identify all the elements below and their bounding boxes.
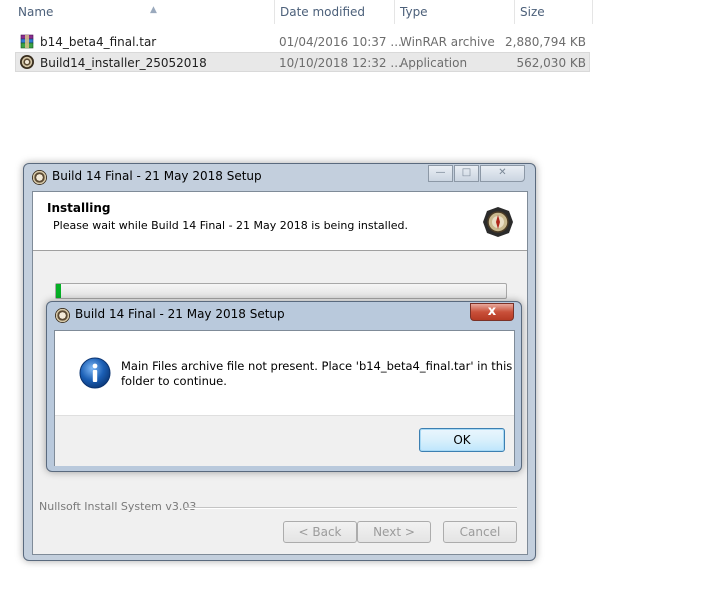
- next-button[interactable]: Next >: [357, 521, 431, 543]
- message-dialog: Build 14 Final - 21 May 2018 Setup x Mai…: [46, 301, 522, 472]
- column-type-label: Type: [400, 5, 428, 19]
- column-name-label: Name: [18, 5, 54, 19]
- ok-button[interactable]: OK: [419, 428, 505, 452]
- dialog-client-area: Main Files archive file not present. Pla…: [54, 330, 515, 466]
- column-header-date[interactable]: Date modified: [274, 0, 394, 24]
- dialog-message-line2: folder to continue.: [121, 374, 227, 388]
- setup-header: Installing Please wait while Build 14 Fi…: [33, 192, 527, 251]
- file-size: 562,030 KB: [516, 56, 586, 70]
- minimize-icon: —: [435, 167, 446, 178]
- setup-app-icon: [32, 170, 47, 185]
- column-header-size[interactable]: Size: [514, 0, 592, 24]
- installer-app-icon: [20, 55, 34, 69]
- install-progress-bar: [55, 283, 507, 299]
- cancel-button[interactable]: Cancel: [443, 521, 517, 543]
- dialog-button-area: OK: [55, 415, 514, 466]
- setup-title-bar[interactable]: Build 14 Final - 21 May 2018 Setup — □ ✕: [24, 164, 535, 190]
- setup-window-title: Build 14 Final - 21 May 2018 Setup: [52, 169, 262, 183]
- information-icon: [79, 357, 111, 389]
- column-size-label: Size: [520, 5, 545, 19]
- file-row-selected[interactable]: Build14_installer_25052018 10/10/2018 12…: [15, 52, 590, 72]
- winrar-archive-icon: [20, 34, 34, 49]
- dialog-message-line1: Main Files archive file not present. Pla…: [121, 359, 513, 373]
- file-date: 01/04/2016 10:37 ...: [279, 35, 402, 49]
- back-button[interactable]: < Back: [283, 521, 357, 543]
- close-button[interactable]: ✕: [480, 165, 525, 182]
- close-icon: ✕: [498, 167, 507, 178]
- maximize-button[interactable]: □: [454, 165, 479, 182]
- close-icon: x: [487, 304, 497, 319]
- minimize-button[interactable]: —: [428, 165, 453, 182]
- column-header-name[interactable]: Name ▲: [12, 0, 274, 24]
- column-divider[interactable]: [592, 0, 593, 24]
- nsis-branding-label: Nullsoft Install System v3.03: [39, 500, 197, 513]
- file-row[interactable]: b14_beta4_final.tar 01/04/2016 10:37 ...…: [15, 32, 590, 52]
- branding-divider: [185, 507, 517, 509]
- file-size: 2,880,794 KB: [505, 35, 586, 49]
- file-name: b14_beta4_final.tar: [40, 35, 157, 49]
- install-progress-fill: [56, 284, 61, 298]
- sort-up-icon: ▲: [150, 5, 157, 15]
- column-date-label: Date modified: [280, 5, 366, 19]
- dialog-title-bar[interactable]: Build 14 Final - 21 May 2018 Setup x: [47, 302, 521, 328]
- column-header-type[interactable]: Type: [394, 0, 514, 24]
- file-date: 10/10/2018 12:32 ...: [279, 56, 402, 70]
- file-name: Build14_installer_25052018: [40, 56, 207, 70]
- dialog-title: Build 14 Final - 21 May 2018 Setup: [75, 307, 285, 321]
- file-type: Application: [400, 56, 468, 70]
- setup-header-title: Installing: [47, 201, 111, 215]
- setup-header-subtitle: Please wait while Build 14 Final - 21 Ma…: [53, 219, 408, 232]
- compass-logo-icon: [483, 207, 513, 237]
- dialog-app-icon: [55, 308, 70, 323]
- maximize-icon: □: [461, 167, 472, 178]
- file-type: WinRAR archive: [400, 35, 495, 49]
- dialog-close-button[interactable]: x: [470, 303, 514, 321]
